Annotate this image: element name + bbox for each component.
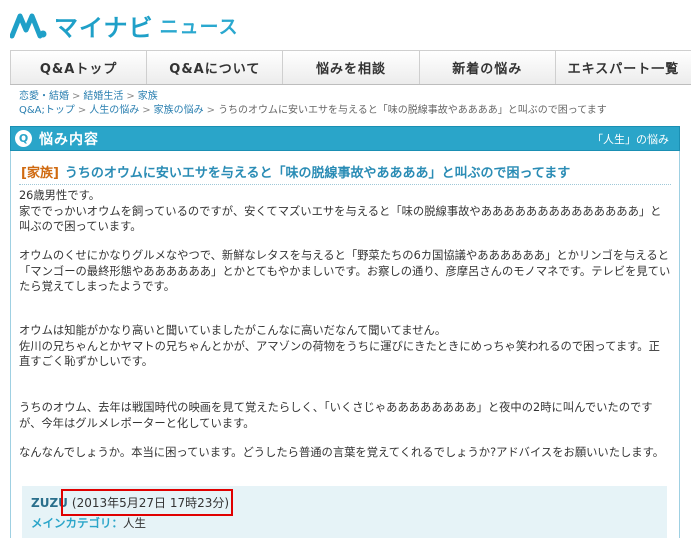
breadcrumb-link[interactable]: 結婚生活 xyxy=(83,91,123,102)
question-paragraph: オウムは知能がかなり高いと聞いていましたがこんなに高いだなんて聞いてません。 佐… xyxy=(19,324,660,368)
date-highlight-box xyxy=(61,489,233,516)
breadcrumb-link[interactable]: 家族 xyxy=(138,91,158,102)
breadcrumb-link[interactable]: 家族の悩み xyxy=(154,105,204,116)
nav-about-qa[interactable]: Q&Aについて xyxy=(146,51,282,84)
nav-ask-question[interactable]: 悩みを相談 xyxy=(282,51,418,84)
mynavi-logo-icon xyxy=(10,13,47,39)
question-title-text: うちのオウムに安いエサを与えると「味の脱線事故やああああ」と叫ぶので困ってます xyxy=(64,166,571,181)
section-title: 悩み内容 xyxy=(39,131,99,148)
breadcrumb-separator: > xyxy=(72,91,81,102)
main-nav: Q&Aトップ Q&Aについて 悩みを相談 新着の悩み エキスパート一覧 xyxy=(10,50,691,85)
question-paragraph: オウムのくせにかなりグルメなやつで、新鮮なレタスを与えると「野菜たちの6カ国協議… xyxy=(19,249,671,293)
logo-sub-text: ニュース xyxy=(159,15,239,38)
site-logo[interactable]: マイナビ ニュース xyxy=(10,8,239,42)
breadcrumb-separator: > xyxy=(126,91,135,102)
question-tag[interactable]: [家族] xyxy=(21,166,59,181)
breadcrumb-link[interactable]: Q&A;トップ xyxy=(19,105,75,116)
nav-qa-top[interactable]: Q&Aトップ xyxy=(10,51,146,84)
nav-new-questions[interactable]: 新着の悩み xyxy=(418,51,555,84)
nav-expert-list[interactable]: エキスパート一覧 xyxy=(554,51,691,84)
question-title: [家族] うちのオウムに安いエサを与えると「味の脱線事故やああああ」と叫ぶので困っ… xyxy=(21,162,671,181)
breadcrumb-separator: > xyxy=(206,105,216,116)
divider xyxy=(19,184,671,185)
category-value[interactable]: 人生 xyxy=(123,516,146,530)
question-paragraph: うちのオウム、去年は戦国時代の映画を見て覚えたらしく、「いくさじゃあああああああ… xyxy=(19,401,653,430)
logo-text: マイナビ xyxy=(54,13,154,42)
category-label: メインカテゴリ： xyxy=(31,516,123,530)
question-paragraph: なんなんでしょうか。本当に困っています。どうしたら普通の言葉を覚えてくれるでしょ… xyxy=(19,446,665,459)
main-category: メインカテゴリ：人生 xyxy=(31,515,146,531)
question-content: [家族] うちのオウムに安いエサを与えると「味の脱線事故やああああ」と叫ぶので困っ… xyxy=(10,151,680,538)
breadcrumb-separator: > xyxy=(142,105,151,116)
breadcrumb-category: 恋愛・結婚 > 結婚生活 > 家族 xyxy=(19,91,158,103)
breadcrumb-link[interactable]: 恋愛・結婚 xyxy=(19,91,69,102)
breadcrumb-link[interactable]: 人生の悩み xyxy=(89,105,139,116)
category-link[interactable]: 「人生」の悩み xyxy=(592,131,669,147)
question-icon: Q xyxy=(15,130,32,147)
breadcrumb-separator: > xyxy=(77,105,87,116)
question-paragraph: 26歳男性です。 家ででっかいオウムを飼っているのですが、安くてマズいエサを与え… xyxy=(19,189,662,233)
breadcrumb-current: うちのオウムに安いエサを与えると「味の脱線事故やああああ」と叫ぶので困ってます xyxy=(218,105,607,116)
breadcrumb-path: Q&A;トップ > 人生の悩み > 家族の悩み > うちのオウムに安いエサを与えると「味の脱… xyxy=(19,105,607,117)
section-header: Q 悩み内容 「人生」の悩み xyxy=(10,126,680,151)
